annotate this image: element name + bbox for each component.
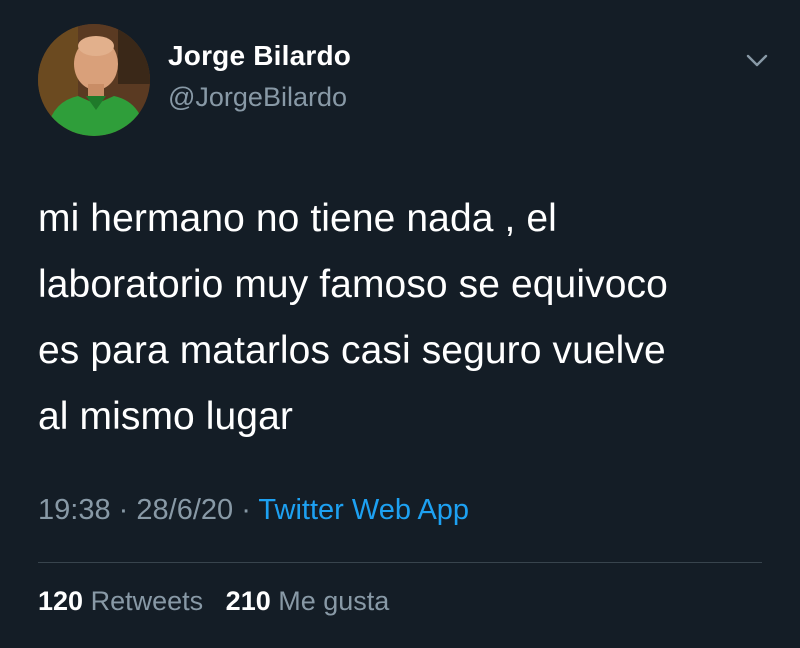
tweet-source-link[interactable]: Twitter Web App [258,494,469,526]
meta-separator: · [241,494,251,526]
tweet-meta: 19:38 · 28/6/20 · Twitter Web App [38,494,469,527]
author-name[interactable]: Jorge Bilardo [168,40,351,72]
likes-label: Me gusta [278,586,390,616]
meta-separator: · [118,494,129,526]
author-handle[interactable]: @JorgeBilardo [168,82,347,113]
likes-stat[interactable]: 210 Me gusta [226,586,390,616]
tweet-date[interactable]: 28/6/20 [136,494,233,526]
avatar-image [38,24,150,136]
tweet-card: Jorge Bilardo @JorgeBilardo mi hermano n… [0,0,800,648]
tweet-stats: 120 Retweets 210 Me gusta [38,586,389,617]
avatar[interactable] [38,24,150,136]
likes-count: 210 [225,586,271,616]
retweets-stat[interactable]: 120 Retweets [38,586,211,616]
retweets-label: Retweets [90,586,204,616]
chevron-down-icon[interactable] [742,48,772,72]
divider [38,562,762,563]
retweets-count: 120 [38,586,84,616]
tweet-text: mi hermano no tiene nada , el laboratori… [38,197,668,438]
tweet-time[interactable]: 19:38 [38,494,111,526]
